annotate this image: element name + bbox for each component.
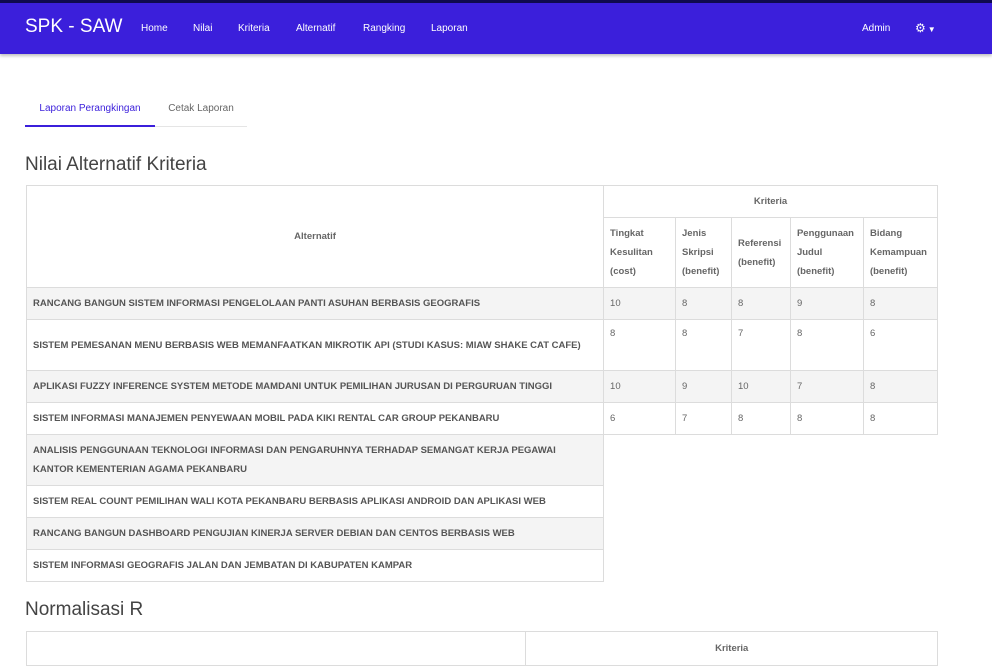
header-alternatif-blank <box>25 631 527 666</box>
nav-laporan[interactable]: Laporan <box>431 23 468 34</box>
header-criterion: Jenis Skripsi (benefit) <box>675 217 732 288</box>
alternatif-name: APLIKASI FUZZY INFERENCE SYSTEM METODE M… <box>25 370 605 403</box>
criterion-value: 8 <box>675 287 732 320</box>
header-criterion: Penggunaan Judul (benefit) <box>789 217 864 288</box>
header-alternatif: Alternatif <box>25 185 605 288</box>
criterion-label-line: (benefit) <box>796 266 835 277</box>
header-criterion: Referensi (benefit) <box>730 217 791 288</box>
criterion-label-line: Tingkat <box>610 228 644 239</box>
tab-laporan-perangkingan[interactable]: Laporan Perangkingan <box>25 99 155 127</box>
criterion-value: 9 <box>789 287 864 320</box>
caret-down-icon: ▼ <box>927 25 936 34</box>
header-kriteria: Kriteria <box>525 631 938 666</box>
tab-cetak-laporan[interactable]: Cetak Laporan <box>156 99 246 127</box>
criterion-value: 10 <box>603 287 676 320</box>
empty-cell <box>603 434 938 486</box>
alternatif-name: RANCANG BANGUN DASHBOARD PENGUJIAN KINER… <box>25 517 605 550</box>
nav-nilai[interactable]: Nilai <box>193 23 212 34</box>
table-row: SISTEM PEMESANAN MENU BERBASIS WEB MEMAN… <box>25 319 939 371</box>
table-row: RANCANG BANGUN SISTEM INFORMASI PENGELOL… <box>25 287 939 320</box>
top-navbar: SPK - SAW Home Nilai Kriteria Alternatif… <box>0 0 992 54</box>
criterion-value: 8 <box>603 319 676 371</box>
criterion-label-line: Penggunaan <box>796 228 854 239</box>
criterion-value: 8 <box>862 370 939 403</box>
table-row: RANCANG BANGUN DASHBOARD PENGUJIAN KINER… <box>25 517 938 550</box>
report-tabs: Laporan Perangkingan Cetak Laporan <box>25 99 247 127</box>
criterion-label-line: (benefit) <box>682 266 720 277</box>
alternatif-name: RANCANG BANGUN SISTEM INFORMASI PENGELOL… <box>25 287 605 320</box>
criterion-label-line: Skripsi <box>682 247 714 258</box>
criterion-value: 8 <box>730 287 791 320</box>
section-title-normalisasi: Normalisasi R <box>25 599 144 620</box>
user-menu-admin[interactable]: Admin <box>862 23 890 34</box>
empty-cell <box>603 485 938 518</box>
criterion-value: 8 <box>789 319 864 371</box>
criterion-value: 7 <box>675 402 732 435</box>
criterion-label-line: Kesulitan <box>610 247 653 258</box>
header-kriteria: Kriteria <box>603 185 938 218</box>
nav-rangking[interactable]: Rangking <box>363 23 405 34</box>
gear-icon: ⚙ <box>915 21 926 35</box>
alternatif-name: SISTEM INFORMASI MANAJEMEN PENYEWAAN MOB… <box>25 402 605 435</box>
alternatif-name: SISTEM REAL COUNT PEMILIHAN WALI KOTA PE… <box>25 485 605 518</box>
nav-alternatif[interactable]: Alternatif <box>296 23 335 34</box>
alternatif-name: SISTEM PEMESANAN MENU BERBASIS WEB MEMAN… <box>25 319 605 371</box>
criterion-label-line: Bidang <box>869 228 903 239</box>
header-criterion: Bidang Kemampuan (benefit) <box>862 217 939 288</box>
criterion-value: 10 <box>603 370 676 403</box>
table-row: SISTEM INFORMASI MANAJEMEN PENYEWAAN MOB… <box>25 402 939 435</box>
criterion-value: 8 <box>675 319 732 371</box>
criterion-label-line: Kemampuan <box>869 247 927 258</box>
criterion-label-line: (cost) <box>610 266 636 277</box>
empty-cell <box>603 517 938 550</box>
criterion-label-line: Jenis <box>682 228 707 239</box>
criterion-value: 7 <box>789 370 864 403</box>
criterion-value: 8 <box>789 402 864 435</box>
criterion-value: 8 <box>862 287 939 320</box>
table-row: SISTEM INFORMASI GEOGRAFIS JALAN DAN JEM… <box>25 549 938 582</box>
brand-logo[interactable]: SPK - SAW <box>25 16 122 38</box>
section-title-nilai: Nilai Alternatif Kriteria <box>25 154 207 175</box>
nav-kriteria[interactable]: Kriteria <box>238 23 270 34</box>
header-criterion: Tingkat Kesulitan (cost) <box>603 217 676 288</box>
criterion-label-line: Judul <box>796 247 823 258</box>
table-row: ANALISIS PENGGUNAAN TEKNOLOGI INFORMASI … <box>25 434 938 486</box>
alternatif-name: ANALISIS PENGGUNAAN TEKNOLOGI INFORMASI … <box>25 434 605 486</box>
criterion-label-line: (benefit) <box>737 256 776 268</box>
criterion-value: 7 <box>730 319 791 371</box>
table-row: SISTEM REAL COUNT PEMILIHAN WALI KOTA PE… <box>25 485 938 518</box>
nilai-table: Alternatif Kriteria Tingkat Kesulitan (cos… <box>25 185 939 582</box>
criterion-value: 8 <box>730 402 791 435</box>
criterion-value: 10 <box>730 370 791 403</box>
criterion-value: 8 <box>862 402 939 435</box>
normalisasi-table: Kriteria <box>25 631 938 666</box>
criterion-value: 9 <box>675 370 732 403</box>
nav-home[interactable]: Home <box>141 23 168 34</box>
empty-cell <box>603 549 938 582</box>
criterion-label-line: Referensi <box>737 237 782 249</box>
alternatif-name: SISTEM INFORMASI GEOGRAFIS JALAN DAN JEM… <box>25 549 605 582</box>
criterion-value: 6 <box>603 402 676 435</box>
settings-dropdown[interactable]: ⚙ ▼ <box>915 21 936 35</box>
criterion-label-line: (benefit) <box>869 266 908 277</box>
table-row: APLIKASI FUZZY INFERENCE SYSTEM METODE M… <box>25 370 939 403</box>
criterion-value: 6 <box>862 319 939 371</box>
